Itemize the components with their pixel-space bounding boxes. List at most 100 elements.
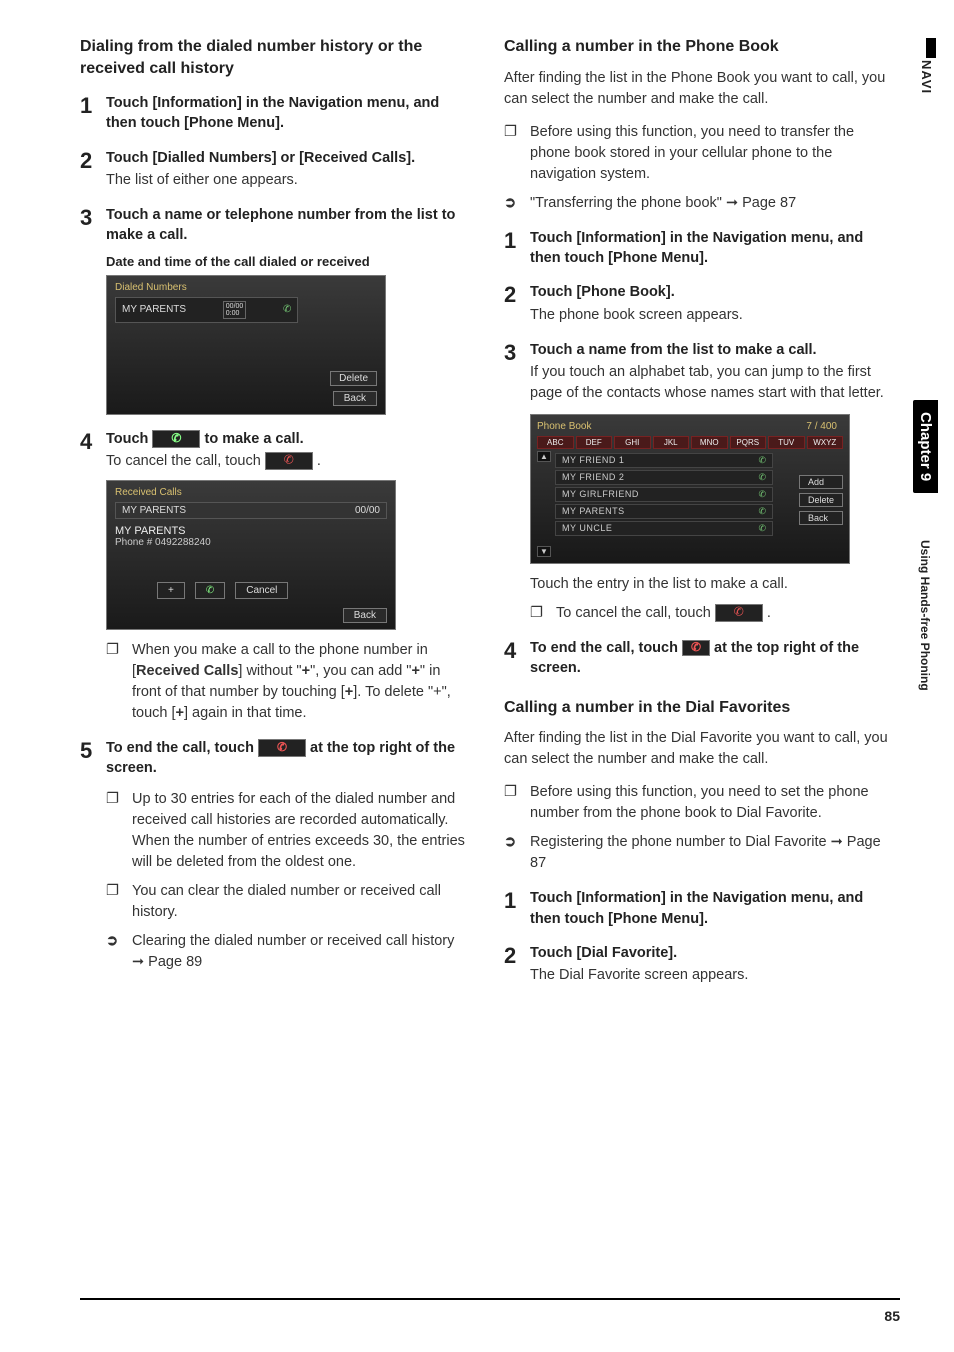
row-name: MY UNCLE [562,523,752,533]
phonebook-delete-button[interactable]: Delete [799,493,843,507]
bullet-text: Before using this function, you need to … [530,122,894,185]
right-para-2: After finding the list in the Dial Favor… [504,728,894,770]
phone-offhook-icon: ✆ [206,585,214,596]
t-bold: + [302,663,310,679]
phonebook-row[interactable]: MY UNCLE ✆ [555,521,773,536]
phonebook-add-button[interactable]: Add [799,475,843,489]
bullet-item: ❐ You can clear the dialed number or rec… [106,881,470,923]
right-step-b: 2 Touch [Dial Favorite]. The Dial Favori… [504,943,894,986]
phone-icon: ✆ [758,455,766,466]
phonebook-title: Phone Book [537,421,592,432]
reference-text: Clearing the dialed number or received c… [132,931,470,973]
left-heading: Dialing from the dialed number history o… [80,36,470,79]
t-bold: + [345,684,353,700]
right-heading-2: Calling a number in the Dial Favorites [504,697,894,719]
square-bullet-icon: ❐ [530,603,546,624]
phonebook-tab[interactable]: DEF [576,436,613,449]
phonebook-tabs: ABC DEF GHI JKL MNO PQRS TUV WXYZ [537,436,843,449]
dialed-row-time: 00/00 0:00 [223,301,247,319]
left-step-1: 1 Touch [Information] in the Navigation … [80,93,470,134]
left-step-3: 3 Touch a name or telephone number from … [80,205,470,415]
t: To end the call, touch [530,640,682,656]
step5-bullets: ❐ Up to 30 entries for each of the diale… [106,789,470,923]
phonebook-row[interactable]: MY FRIEND 2✆ [555,470,773,485]
call-hangup-icon[interactable] [258,739,306,757]
phonebook-tab[interactable]: TUV [768,436,805,449]
phonebook-side-buttons: Add Delete Back [799,475,843,525]
phonebook-tab[interactable]: ABC [537,436,574,449]
scroll-down-icon[interactable]: ▼ [537,546,551,557]
step-number: 5 [80,738,106,973]
phonebook-tab[interactable]: GHI [614,436,651,449]
step2-text: Touch [Dialled Numbers] or [Received Cal… [106,148,470,168]
square-bullet-icon: ❐ [106,881,122,923]
phonebook-row[interactable]: MY PARENTS ✆ [555,504,773,519]
bullet-text: Before using this function, you need to … [530,782,894,824]
dialed-back-button[interactable]: Back [333,391,377,406]
step-number: 2 [504,282,530,325]
call-hangup-icon[interactable] [682,640,710,656]
step4-text: Touch to make a call. [106,429,470,449]
step5-text: To end the call, touch at the top right … [106,738,470,779]
reference-text: Registering the phone number to Dial Fav… [530,832,894,874]
phonebook-count: 7 / 400 [806,421,837,432]
step-number: 2 [504,943,530,986]
step4-text-a: Touch [106,431,152,447]
phone-icon: ✆ [758,506,766,517]
step-number: 4 [80,429,106,724]
t-bold: + [411,663,419,679]
phonebook-row[interactable]: MY GIRLFRIEND✆ [555,487,773,502]
step4-sub-b: . [317,453,321,469]
received-call-button[interactable]: ✆ [195,582,225,599]
right-step-2: 2 Touch [Phone Book]. The phone book scr… [504,282,894,325]
phone-icon: ✆ [758,523,766,534]
right-heading-1: Calling a number in the Phone Book [504,36,894,58]
t: To cancel the call, touch [556,605,715,621]
call-offhook-icon[interactable] [152,430,200,448]
row-name: MY FRIEND 1 [562,455,752,465]
dialed-row-name: MY PARENTS [122,304,186,315]
rstep1-text: Touch [Information] in the Navigation me… [530,228,894,269]
square-bullet-icon: ❐ [504,122,520,185]
phonebook-tab[interactable]: PQRS [730,436,767,449]
step4-sub-a: To cancel the call, touch [106,453,265,469]
square-bullet-icon: ❐ [106,789,122,873]
sidebar: NAVI Chapter 9 Using Hands-free Phoning [910,40,934,1220]
dialed-delete-button[interactable]: Delete [330,371,377,386]
t: ] again in that time. [184,705,307,721]
t-bold: Received Calls [136,663,238,679]
phone-book-screenshot: Phone Book 7 / 400 ABC DEF GHI JKL MNO P… [530,414,850,564]
row-name: MY FRIEND 2 [562,472,752,482]
phonebook-tab[interactable]: WXYZ [807,436,844,449]
phonebook-tab[interactable]: MNO [691,436,728,449]
row-name: MY GIRLFRIEND [562,489,752,499]
received-plus-button[interactable]: + [157,582,185,599]
bullet-item: ❐ To cancel the call, touch . [530,603,894,624]
row-name: MY PARENTS [562,506,752,516]
t: . [767,605,771,621]
rstep4-text: To end the call, touch at the top right … [530,638,894,679]
scroll-up-icon[interactable]: ▲ [537,451,551,462]
phonebook-row[interactable]: MY FRIEND 1 ✆ [555,453,773,468]
received-cancel-button[interactable]: Cancel [235,582,288,599]
side-chapter-label: Chapter 9 [913,400,938,493]
step4-bullets: ❐ When you make a call to the phone numb… [106,640,470,724]
step4-text-b: to make a call. [204,431,303,447]
step2-sub: The list of either one appears. [106,170,470,191]
t-bold: + [176,705,184,721]
dialed-row[interactable]: MY PARENTS 00/00 0:00 ✆ [115,297,298,323]
phonebook-back-button[interactable]: Back [799,511,843,525]
left-step-2: 2 Touch [Dialled Numbers] or [Received C… [80,148,470,191]
step1-text: Touch [Information] in the Navigation me… [106,93,470,134]
phonebook-tab[interactable]: JKL [653,436,690,449]
step-number: 1 [80,93,106,134]
reference-arrow-icon: ➲ [504,832,520,874]
bullet-text: Up to 30 entries for each of the dialed … [132,789,470,873]
received-header-row[interactable]: MY PARENTS 00/00 [115,502,387,519]
received-title: Received Calls [115,487,387,498]
received-calls-screenshot: Received Calls MY PARENTS 00/00 MY PAREN… [106,480,396,630]
received-back-button[interactable]: Back [343,608,387,623]
call-hangup-icon[interactable] [715,604,763,622]
received-caller-name: MY PARENTS [115,525,387,537]
call-hangup-icon[interactable] [265,452,313,470]
